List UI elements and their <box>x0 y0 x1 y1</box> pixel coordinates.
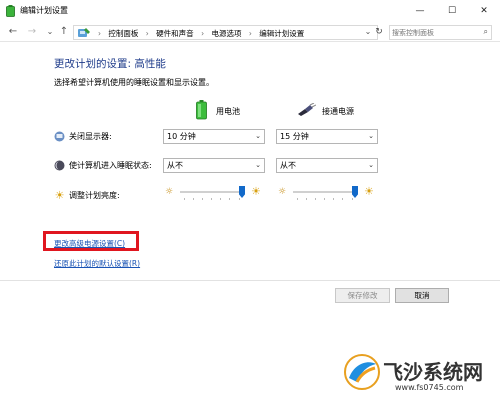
dim-sun-icon: ☼ <box>278 187 287 197</box>
close-button[interactable]: ✕ <box>468 0 500 22</box>
chevron-down-icon: ⌄ <box>255 161 261 169</box>
battery-icon <box>196 100 207 120</box>
address-bar[interactable]: › 控制面板 › 硬件和声音 › 电源选项 › 编辑计划设置 <box>73 25 378 40</box>
restore-defaults-link[interactable]: 还原此计划的默认设置(R) <box>54 258 140 269</box>
page-heading: 更改计划的设置: 高性能 <box>54 58 166 70</box>
sleep-label: 使计算机进入睡眠状态: <box>69 161 152 170</box>
breadcrumb-separator: › <box>248 29 252 38</box>
breadcrumb-separator: › <box>98 29 101 38</box>
moon-sleep-icon <box>54 160 65 171</box>
search-icon[interactable]: ⌕ <box>484 27 488 37</box>
power-plug-icon <box>298 103 316 116</box>
breadcrumb-item[interactable]: 控制面板 <box>108 29 138 38</box>
control-panel-icon <box>78 28 90 37</box>
navigation-bar: ← → ⌄ ↑ › 控制面板 › 硬件和声音 › 电源选项 › 编辑计划设置 ⌄… <box>0 22 500 42</box>
brightness-label: 调整计划亮度: <box>69 191 120 200</box>
slider-track <box>180 191 242 193</box>
back-arrow-icon[interactable]: ← <box>7 25 19 39</box>
sleep-battery-value: 从不 <box>167 161 183 170</box>
plugged-in-column-label: 接通电源 <box>322 107 354 116</box>
breadcrumb-item[interactable]: 电源选项 <box>211 29 241 38</box>
breadcrumb-separator: › <box>201 29 205 38</box>
slider-ticks <box>184 198 240 201</box>
battery-app-icon <box>6 5 15 17</box>
title-bar: 编辑计划设置 — ☐ ✕ <box>0 0 500 22</box>
display-off-label: 关闭显示器: <box>69 132 112 141</box>
slider-track <box>293 191 355 193</box>
minimize-button[interactable]: — <box>404 0 436 22</box>
search-input[interactable] <box>392 27 476 39</box>
battery-column-label: 用电池 <box>216 107 240 116</box>
forward-arrow-icon[interactable]: → <box>26 25 38 39</box>
watermark-site-name: 飞沙系统网 <box>383 360 483 384</box>
cancel-button[interactable]: 取消 <box>395 288 449 303</box>
sleep-battery-select[interactable]: 从不 ⌄ <box>163 158 265 173</box>
slider-ticks <box>297 198 353 201</box>
breadcrumb-item[interactable]: 编辑计划设置 <box>259 29 304 38</box>
breadcrumb-item[interactable]: 硬件和声音 <box>156 29 194 38</box>
page-subheading: 选择希望计算机使用的睡眠设置和显示设置。 <box>54 78 214 87</box>
breadcrumb: › 控制面板 › 硬件和声音 › 电源选项 › 编辑计划设置 <box>98 28 304 39</box>
sleep-row-label: 使计算机进入睡眠状态: <box>54 160 152 171</box>
plugged-in-column-header: 接通电源 <box>296 100 386 120</box>
up-arrow-icon[interactable]: ↑ <box>58 25 70 39</box>
battery-column-header: 用电池 <box>196 100 266 120</box>
chevron-down-icon: ⌄ <box>255 132 261 140</box>
chevron-down-icon: ⌄ <box>368 161 374 169</box>
divider <box>0 280 500 281</box>
maximize-button[interactable]: ☐ <box>436 0 468 22</box>
highlight-box <box>43 231 139 251</box>
sleep-plugged-select[interactable]: 从不 ⌄ <box>276 158 378 173</box>
save-changes-button[interactable]: 保存修改 <box>335 288 390 303</box>
display-off-battery-value: 10 分钟 <box>167 132 196 141</box>
search-box[interactable]: ⌕ <box>389 25 492 40</box>
sun-brightness-icon: ☀ <box>54 189 65 202</box>
display-off-plugged-value: 15 分钟 <box>280 132 309 141</box>
brightness-row-label: ☀ 调整计划亮度: <box>54 190 120 201</box>
display-off-row-label: 关闭显示器: <box>54 131 112 142</box>
slider-thumb[interactable] <box>239 186 245 198</box>
window-title: 编辑计划设置 <box>20 6 68 15</box>
brightness-battery-slider[interactable]: ☼ ☀ <box>165 185 265 201</box>
sleep-plugged-value: 从不 <box>280 161 296 170</box>
display-off-plugged-select[interactable]: 15 分钟 ⌄ <box>276 129 378 144</box>
refresh-icon[interactable]: ↻ <box>372 25 386 40</box>
bright-sun-icon: ☀ <box>251 185 261 198</box>
bright-sun-icon: ☀ <box>364 185 374 198</box>
slider-thumb[interactable] <box>352 186 358 198</box>
brightness-plugged-slider[interactable]: ☼ ☀ <box>278 185 378 201</box>
watermark-url: www.fs0745.com <box>395 383 464 392</box>
watermark: 飞沙系统网 www.fs0745.com <box>343 352 500 402</box>
display-off-battery-select[interactable]: 10 分钟 ⌄ <box>163 129 265 144</box>
history-chevron-icon[interactable]: ⌄ <box>44 25 56 39</box>
chevron-down-icon: ⌄ <box>368 132 374 140</box>
monitor-icon <box>54 131 65 142</box>
dim-sun-icon: ☼ <box>165 187 174 197</box>
watermark-logo-icon <box>344 354 380 390</box>
breadcrumb-separator: › <box>145 29 149 38</box>
